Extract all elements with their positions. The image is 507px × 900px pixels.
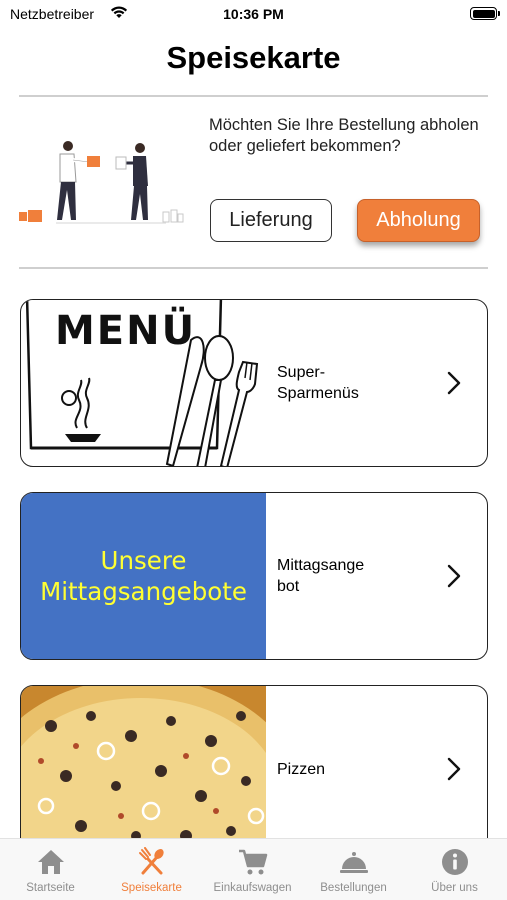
delivery-question: Möchten Sie Ihre Bestellung abholen oder… — [209, 116, 479, 155]
delivery-button[interactable]: Lieferung — [210, 199, 332, 242]
battery-icon — [470, 7, 500, 20]
chevron-right-icon — [447, 757, 461, 781]
menu-card-label: Pizzen — [277, 760, 326, 778]
tab-speisekarte[interactable]: Speisekarte — [101, 839, 202, 900]
tab-label: Startseite — [26, 882, 75, 894]
divider-top — [19, 95, 488, 97]
info-icon — [442, 849, 468, 875]
chevron-right-icon — [447, 564, 461, 588]
delivery-illustration — [19, 141, 184, 224]
tab-ueber-uns[interactable]: Über uns — [404, 839, 505, 900]
lunch-offer-banner: Unsere Mittagsangebote — [40, 546, 247, 606]
pickup-button[interactable]: Abholung — [357, 199, 480, 242]
fork-spoon-icon — [139, 847, 164, 875]
tab-label: Einkaufswagen — [213, 882, 292, 894]
status-time: 10:36 PM — [223, 6, 284, 22]
tab-bestellungen[interactable]: Bestellungen — [303, 839, 404, 900]
divider-bottom — [19, 267, 488, 269]
page-title: Speisekarte — [166, 40, 341, 75]
menu-card-image: Unsere Mittagsangebote — [21, 493, 266, 659]
menu-card-image: MENÜ — [21, 300, 266, 466]
home-icon — [38, 850, 64, 874]
cart-icon — [239, 849, 268, 875]
cloche-icon — [340, 852, 368, 873]
menu-card-super-sparmenus[interactable]: MENÜ Super- Sparmenüs — [20, 299, 488, 467]
menu-card-image — [21, 686, 266, 852]
status-bar: Netzbetreiber 10:36 PM — [0, 0, 507, 28]
tab-label: Über uns — [431, 882, 478, 894]
menu-card-label: Super- Sparmenüs — [277, 364, 359, 402]
menu-card-label: Mittagsange bot — [277, 557, 365, 595]
tab-label: Bestellungen — [320, 882, 387, 894]
tab-startseite[interactable]: Startseite — [0, 839, 101, 900]
menu-word: MENÜ — [55, 306, 196, 354]
chevron-right-icon — [447, 371, 461, 395]
tab-einkaufswagen[interactable]: Einkaufswagen — [202, 839, 303, 900]
menu-card-mittagsangebot[interactable]: Unsere Mittagsangebote Mittagsange bot — [20, 492, 488, 660]
tab-bar: Startseite Speisekarte Einkaufswagen Bes… — [0, 838, 507, 900]
menu-card-pizzen[interactable]: Pizzen — [20, 685, 488, 853]
tab-label: Speisekarte — [121, 882, 182, 894]
